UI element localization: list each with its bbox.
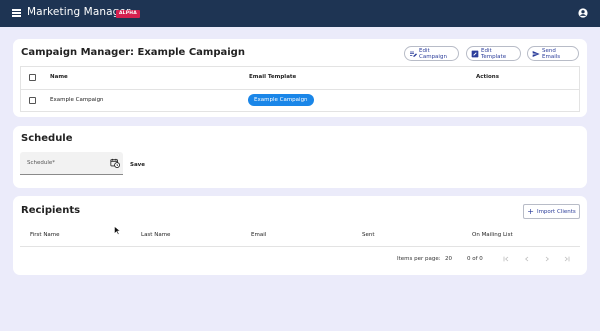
column-header-actions: Actions (476, 74, 499, 80)
table-border-bottom (20, 111, 580, 112)
import-clients-button[interactable]: + Import Clients (523, 204, 580, 219)
schedule-field-label: Schedule* (27, 160, 56, 166)
table-border-left (20, 66, 21, 112)
account-circle-icon[interactable] (578, 8, 588, 18)
items-per-page-label: Items per page: (397, 256, 441, 262)
column-header-sent: Sent (362, 232, 375, 238)
import-clients-label: Import Clients (536, 208, 576, 215)
send-emails-label: Send Emails (542, 47, 561, 60)
edit-template-label: Edit Template (481, 47, 507, 60)
items-per-page-select[interactable]: 20 (445, 256, 452, 262)
column-header-last-name: Last Name (141, 232, 171, 238)
email-template-chip[interactable]: Example Campaign (248, 94, 314, 106)
app-title: Marketing Manager (27, 6, 131, 18)
column-header-email-template: Email Template (249, 74, 297, 80)
calendar-clock-icon[interactable] (110, 158, 120, 168)
edit-campaign-button[interactable]: Edit Campaign (404, 46, 459, 61)
recipients-header-divider (20, 246, 580, 247)
save-button[interactable]: Save (130, 162, 145, 168)
next-page-icon[interactable] (543, 255, 551, 263)
pagination-range: 0 of 0 (467, 256, 483, 262)
table-border-top (20, 66, 580, 67)
plus-icon: + (527, 206, 534, 216)
campaign-card: Campaign Manager: Example Campaign Edit … (13, 39, 587, 117)
send-icon (532, 50, 540, 57)
column-header-name: Name (50, 74, 68, 80)
last-page-icon[interactable] (563, 255, 571, 263)
alpha-badge: ALPHA (116, 10, 140, 18)
row-checkbox[interactable] (29, 97, 36, 104)
edit-campaign-label: Edit Campaign (419, 47, 447, 60)
column-header-first-name: First Name (30, 232, 60, 238)
edit-document-icon (471, 50, 479, 57)
hamburger-menu-icon[interactable] (12, 9, 21, 17)
schedule-date-input[interactable]: Schedule* (20, 152, 123, 175)
first-page-icon[interactable] (502, 255, 510, 263)
campaign-title: Campaign Manager: Example Campaign (21, 47, 245, 58)
previous-page-icon[interactable] (523, 255, 531, 263)
mouse-cursor-icon (114, 226, 121, 235)
select-all-checkbox[interactable] (29, 74, 36, 81)
top-app-bar: Marketing Manager ALPHA (0, 0, 600, 27)
edit-template-button[interactable]: Edit Template (466, 46, 521, 61)
column-header-email: Email (251, 232, 267, 238)
table-header-divider (20, 89, 580, 90)
edit-list-icon (410, 51, 417, 57)
recipients-card: Recipients + Import Clients First Name L… (13, 196, 587, 275)
send-emails-button[interactable]: Send Emails (527, 46, 579, 61)
column-header-on-mailing-list: On Mailing List (472, 232, 513, 238)
recipients-title: Recipients (21, 205, 81, 216)
schedule-title: Schedule (21, 133, 73, 144)
table-border-right (579, 66, 580, 112)
schedule-card: Schedule Schedule* Save (13, 126, 587, 188)
campaign-name-cell: Example Campaign (50, 97, 104, 103)
